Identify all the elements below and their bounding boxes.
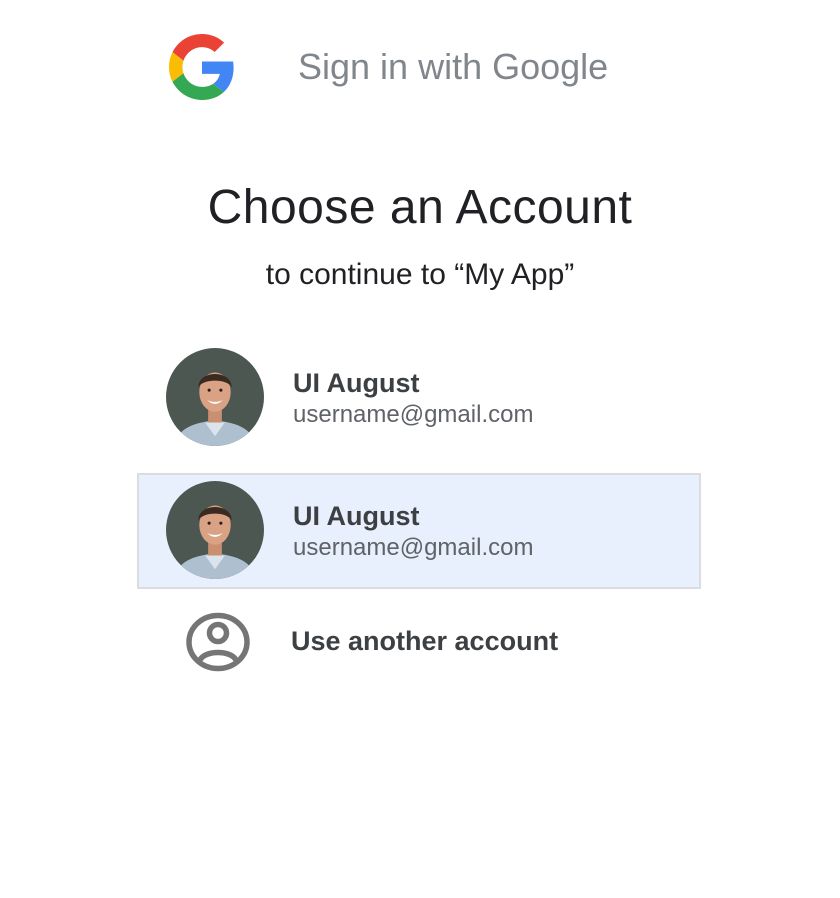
account-name: UI August [293,368,420,398]
account-item-selected[interactable]: UI August username@gmail.com [137,473,701,589]
account-item[interactable]: UI August username@gmail.com [137,340,701,456]
page-title: Choose an Account [207,181,633,234]
use-another-account-button[interactable]: Use another account [137,598,701,688]
account-circle-icon [186,612,250,672]
avatar [166,348,264,446]
use-another-account-label: Use another account [291,626,559,656]
google-logo-icon [169,34,234,100]
header: Sign in with Google [0,0,840,130]
header-title: Sign in with Google [298,46,609,87]
page-subtitle: to continue to “My App” [265,258,575,291]
account-name: UI August [293,501,420,531]
account-email: username@gmail.com [293,534,534,561]
account-email: username@gmail.com [293,401,534,428]
avatar [166,481,264,579]
